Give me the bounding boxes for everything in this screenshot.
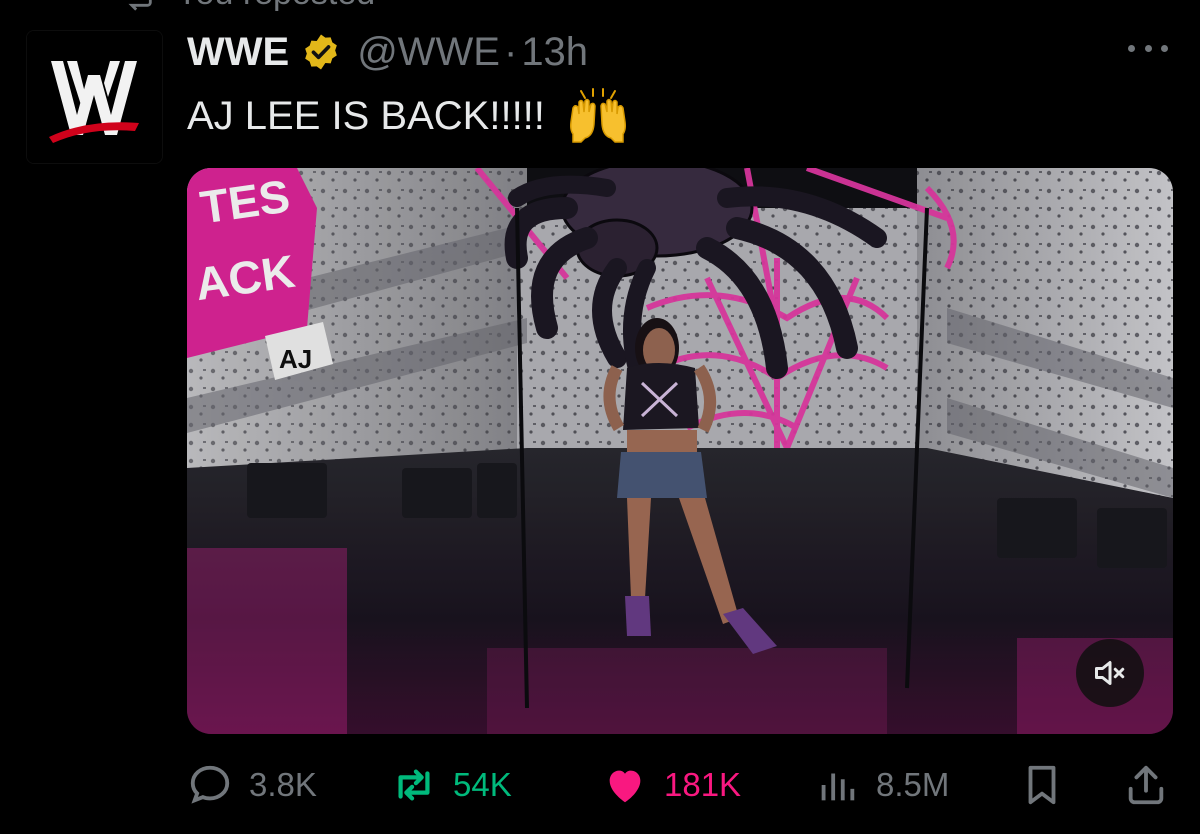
- action-bar: 3.8K 54K 181K 8.5M: [187, 756, 1167, 814]
- bookmark-button[interactable]: [1019, 756, 1081, 814]
- share-button[interactable]: [1123, 756, 1185, 814]
- repost-button[interactable]: 54K: [391, 756, 512, 814]
- heart-icon: [609, 770, 641, 803]
- mute-button[interactable]: [1076, 639, 1144, 707]
- post-header: WWE @WWE · 13h: [187, 26, 588, 78]
- more-icon: [1128, 44, 1135, 52]
- more-button[interactable]: [1128, 38, 1168, 58]
- mute-icon: [1095, 661, 1125, 685]
- bookmark-icon: [1028, 765, 1056, 805]
- author-name[interactable]: WWE: [187, 30, 289, 75]
- repost-count: 54K: [453, 766, 512, 803]
- views-icon: [821, 773, 855, 801]
- video-frame: TES ACK AJ: [187, 168, 1173, 734]
- avatar[interactable]: [26, 30, 163, 164]
- post-text: AJ LEE IS BACK!!!!!: [187, 88, 629, 144]
- post-text-content: AJ LEE IS BACK!!!!!: [187, 93, 545, 138]
- tweet-page: You reposted WWE @WWE · 13h AJ LEE IS BA…: [0, 0, 1200, 834]
- like-button[interactable]: 181K: [602, 756, 741, 814]
- author-handle[interactable]: @WWE: [357, 30, 500, 75]
- repost-icon: [398, 769, 430, 801]
- like-count: 181K: [664, 766, 742, 803]
- share-icon: [1128, 765, 1164, 805]
- reply-icon: [190, 765, 230, 804]
- views-count: 8.5M: [876, 766, 950, 803]
- repost-banner-text: You reposted: [176, 0, 375, 13]
- repost-banner[interactable]: You reposted: [120, 0, 375, 13]
- more-icon: [1161, 44, 1168, 52]
- reply-count: 3.8K: [249, 766, 317, 803]
- raising-hands-icon: [569, 88, 626, 143]
- views-button[interactable]: 8.5M: [814, 756, 949, 814]
- verified-badge-icon[interactable]: [301, 32, 341, 72]
- reply-button[interactable]: 3.8K: [187, 756, 317, 814]
- post-timestamp[interactable]: 13h: [521, 30, 588, 75]
- wwe-logo: [27, 31, 162, 163]
- repost-icon: [128, 0, 152, 11]
- more-icon: [1144, 44, 1152, 52]
- post-video[interactable]: TES ACK AJ: [187, 168, 1173, 734]
- header-separator: ·: [503, 29, 518, 74]
